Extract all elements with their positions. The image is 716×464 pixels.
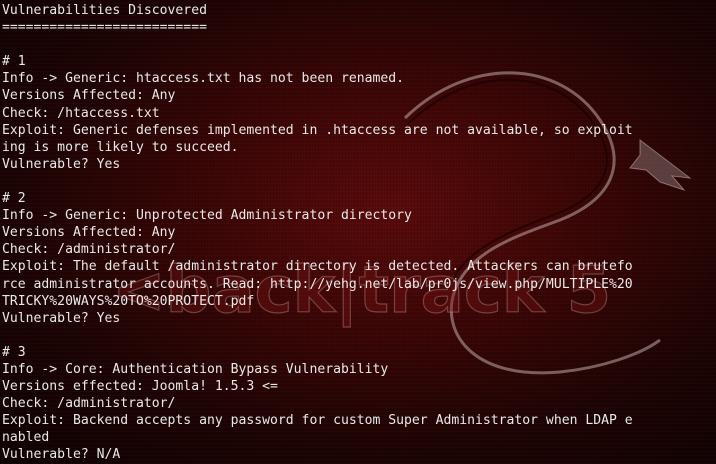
output-line: ========================== — [2, 20, 207, 36]
output-line: Versions Affected: Any — [2, 88, 176, 104]
output-line: Vulnerable? Yes — [2, 156, 121, 172]
output-line: nabled — [2, 430, 50, 446]
terminal-output: Vulnerabilities Discovered ==============… — [2, 2, 633, 464]
output-line: Check: /htaccess.txt — [2, 105, 160, 121]
output-line: # 1 — [2, 54, 26, 70]
output-line: # 3 — [2, 344, 26, 360]
output-line: ing is more likely to succeed. — [2, 139, 239, 155]
output-line: Check: /administrator/ — [2, 242, 176, 258]
output-line: Info -> Generic: htaccess.txt has not be… — [2, 71, 405, 87]
output-line: Info -> Core: Authentication Bypass Vuln… — [2, 361, 389, 377]
output-line: Exploit: Backend accepts any password fo… — [2, 413, 633, 429]
output-line: Check: /administrator/ — [2, 396, 176, 412]
dragon-head-icon — [629, 138, 692, 192]
output-line: Exploit: The default /administrator dire… — [2, 259, 633, 275]
output-line: Versions effected: Joomla! 1.5.3 <= — [2, 379, 278, 395]
output-line: Exploit: Generic defenses implemented in… — [2, 122, 633, 138]
output-line: Info -> Generic: Unprotected Administrat… — [2, 208, 412, 224]
output-line: rce administrator accounts. Read: http:/… — [2, 276, 633, 292]
output-line: Vulnerable? N/A — [2, 447, 121, 463]
output-line: Versions Affected: Any — [2, 225, 176, 241]
terminal-window[interactable]: <back|track 5 Vulnerabilities Discovered… — [0, 0, 716, 464]
output-line: Vulnerabilities Discovered — [2, 3, 207, 18]
output-line: Vulnerable? Yes — [2, 310, 121, 326]
output-line: TRICKY%20WAYS%20TO%20PROTECT.pdf — [2, 293, 255, 309]
output-line: # 2 — [2, 191, 26, 207]
